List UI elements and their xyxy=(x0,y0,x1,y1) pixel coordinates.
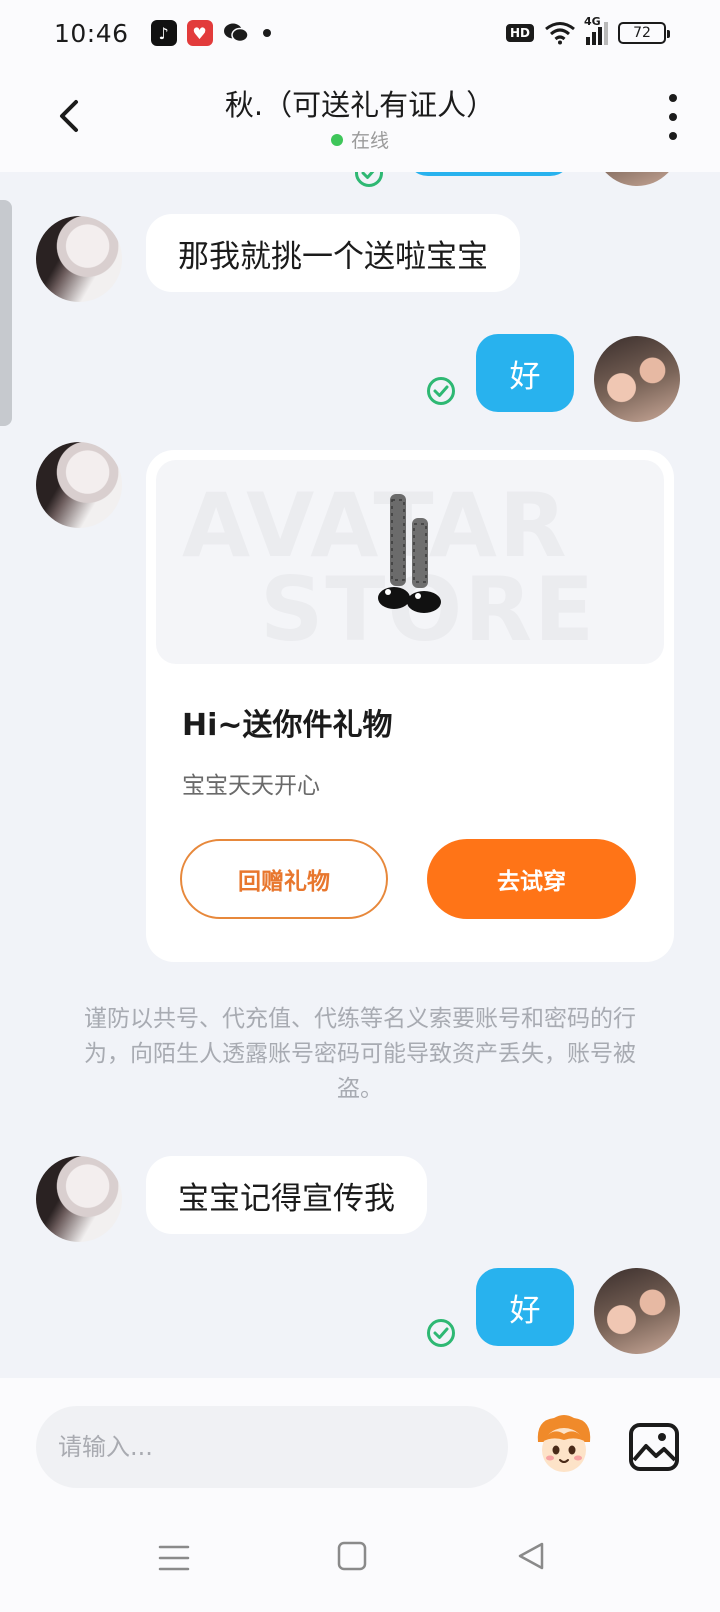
status-time: 10:46 xyxy=(54,18,129,48)
contact-avatar[interactable] xyxy=(36,442,122,528)
nav-home-icon[interactable] xyxy=(336,1540,368,1572)
nav-menu-icon[interactable] xyxy=(158,1544,190,1572)
incoming-message: 宝宝记得宣传我 xyxy=(146,1156,427,1234)
contact-avatar[interactable] xyxy=(36,1156,122,1242)
gift-app-icon: ♥ xyxy=(186,20,213,46)
my-avatar[interactable] xyxy=(594,1268,680,1354)
incoming-message: 那我就挑一个送啦宝宝 xyxy=(146,214,520,292)
system-icons: HD 4G 72 xyxy=(505,15,670,45)
message-input[interactable] xyxy=(36,1406,508,1488)
status-bar: 10:46 ♪ ♥ HD 4G 72 xyxy=(0,0,720,66)
network-type: 4G xyxy=(584,15,601,28)
scroll-indicator[interactable] xyxy=(0,200,12,426)
more-notifications-dot xyxy=(262,29,271,37)
hd-badge: HD xyxy=(505,24,534,42)
online-dot xyxy=(330,134,343,146)
online-status: 在线 xyxy=(0,126,720,153)
more-vertical-icon[interactable] xyxy=(662,94,684,140)
online-status-text: 在线 xyxy=(350,130,389,152)
outgoing-message: 好 xyxy=(476,1268,574,1346)
contact-avatar[interactable] xyxy=(36,216,122,302)
gift-banner: AVATAR STORE xyxy=(156,460,664,664)
outgoing-message: 好 xyxy=(476,334,574,412)
chat-header: 秋.（可送礼有证人） 在线 xyxy=(0,66,720,172)
gift-item-image xyxy=(378,494,441,613)
signal-icon: 4G xyxy=(584,15,608,45)
battery-indicator: 72 xyxy=(618,22,670,44)
nav-back-icon[interactable] xyxy=(516,1540,546,1572)
wifi-icon xyxy=(545,22,575,45)
system-nav-bar xyxy=(0,1524,720,1612)
gift-card[interactable]: AVATAR STORE Hi~送你件礼物 宝宝天天开心 回赠礼物 去试穿 xyxy=(146,450,674,962)
wechat-icon xyxy=(223,20,249,46)
previous-outgoing-bubble xyxy=(406,172,572,176)
gift-title: Hi~送你件礼物 xyxy=(182,708,393,743)
check-circle-icon xyxy=(427,1319,455,1347)
return-gift-button[interactable]: 回赠礼物 xyxy=(180,839,388,919)
try-on-button[interactable]: 去试穿 xyxy=(427,839,636,919)
chat-title: 秋.（可送礼有证人） xyxy=(224,88,496,122)
gift-subtitle: 宝宝天天开心 xyxy=(182,773,320,799)
previous-avatar xyxy=(594,172,680,186)
image-icon[interactable] xyxy=(628,1422,680,1472)
check-circle-icon xyxy=(355,172,383,187)
notification-icons: ♪ ♥ xyxy=(150,20,271,46)
emoji-mascot-icon[interactable] xyxy=(532,1412,596,1478)
security-notice: 谨防以共号、代充值、代练等名义索要账号和密码的行为，向陌生人透露账号密码可能导致… xyxy=(84,1006,636,1102)
chat-messages[interactable]: 那我就挑一个送啦宝宝 好 AVATAR STORE Hi~送你件礼物 宝宝天天开… xyxy=(0,172,720,1378)
my-avatar[interactable] xyxy=(594,336,680,422)
check-circle-icon xyxy=(427,377,455,405)
tiktok-icon: ♪ xyxy=(150,20,177,46)
